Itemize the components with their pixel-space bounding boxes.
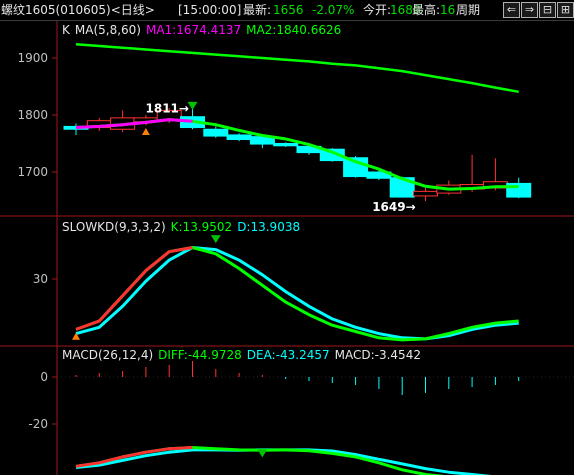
candle-body — [273, 143, 299, 147]
candle-body — [203, 128, 229, 137]
macd-label: MACD(26,12,4) — [62, 348, 154, 362]
kd-label: SLOWKD(9,3,3,2) — [62, 220, 166, 234]
kd-header: SLOWKD(9,3,3,2) K:13.9502 D:13.9038 — [62, 220, 305, 234]
diff-value: DIFF:-44.9728 — [158, 348, 242, 362]
kline-header: K MA(5,8,60) MA1:1674.4137 MA2:1840.6626 — [62, 23, 346, 37]
ma2-line — [75, 43, 519, 94]
ma1-value: MA1:1674.4137 — [145, 23, 242, 37]
candle-body — [226, 134, 252, 141]
low-annotation: 1649→ — [372, 200, 415, 214]
ma-label: MA(5,8,60) — [74, 23, 141, 37]
y-axis-ticks: 1900 1800 1700 30 0 -20 — [17, 51, 57, 431]
k-line — [75, 246, 519, 342]
panel-frame — [0, 21, 574, 475]
d-value: D:13.9038 — [237, 220, 301, 234]
d-line — [75, 246, 519, 341]
signal-markers: 1811→ 1649→ — [72, 102, 416, 458]
kline-tick-label: 1700 — [17, 165, 48, 179]
macd-tick-label: 0 — [40, 370, 48, 384]
buy-signal-icon — [141, 127, 150, 135]
ma2-value: MA2:1840.6626 — [246, 23, 342, 37]
macd-histogram[interactable] — [75, 361, 520, 395]
k-line-up — [75, 246, 193, 331]
ma1-line — [75, 118, 519, 191]
kline-tick-label: 1900 — [17, 51, 48, 65]
kline-tick-label: 1800 — [17, 108, 48, 122]
candle-body — [413, 190, 438, 197]
indicator-lines[interactable] — [75, 43, 519, 475]
macd-tick-label: -20 — [28, 417, 48, 431]
k-value: K:13.9502 — [170, 220, 233, 234]
chart-canvas[interactable]: 1900 1800 1700 30 0 -20 1811→ 1649→ — [0, 0, 574, 475]
dea-value: DEA:-43.2457 — [246, 348, 330, 362]
macd-value: MACD:-3.4542 — [334, 348, 421, 362]
high-annotation: 1811→ — [146, 102, 189, 116]
sell-signal-icon — [257, 449, 268, 458]
kd-tick-label: 30 — [33, 272, 48, 286]
kline-label: K — [62, 23, 70, 37]
sell-signal-icon — [210, 235, 221, 244]
macd-header: MACD(26,12,4) DIFF:-44.9728 DEA:-43.2457 MA… — [62, 348, 426, 362]
sell-signal-icon — [187, 101, 198, 110]
